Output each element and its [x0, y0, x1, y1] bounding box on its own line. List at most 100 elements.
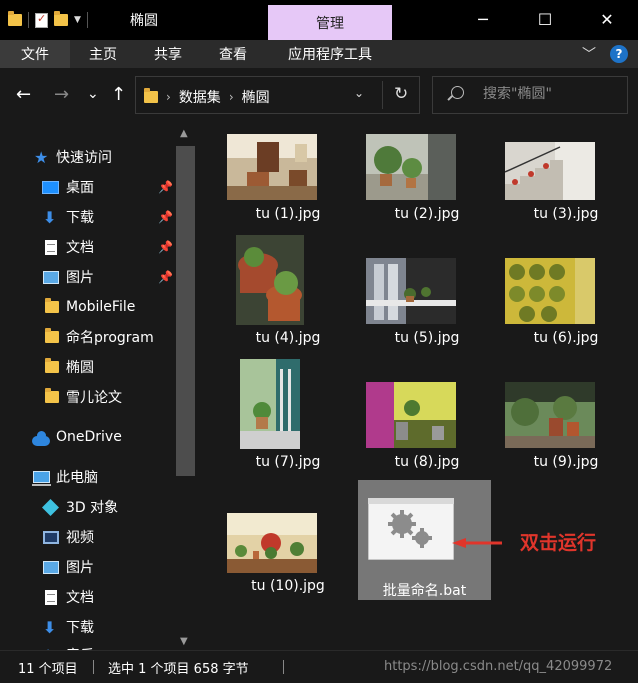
sidebar-item-3d-objects[interactable]: 3D 对象 — [0, 492, 178, 522]
sidebar-item-quick-access[interactable]: ★ 快速访问 — [0, 142, 178, 172]
minimize-button[interactable]: ─ — [452, 0, 514, 38]
customize-toolbar-icon[interactable]: ▼ — [74, 15, 81, 25]
file-item[interactable]: tu (7).jpg — [219, 356, 357, 474]
title-bar: ▼ 椭圆 管理 ─ ☐ ✕ — [0, 0, 638, 40]
tab-manage[interactable]: 管理 — [268, 5, 392, 40]
sidebar-item-pictures-pc[interactable]: 图片 — [0, 552, 178, 582]
sidebar-item-onedrive[interactable]: OneDrive — [0, 422, 178, 452]
pictures-icon — [43, 270, 59, 284]
maximize-button[interactable]: ☐ — [514, 0, 576, 38]
sidebar-item-desktop[interactable]: 桌面 📌 — [0, 172, 178, 202]
thumbnail — [505, 258, 595, 324]
file-name: tu (10).jpg — [251, 578, 325, 594]
tab-application-tools[interactable]: 应用程序工具 — [268, 40, 392, 68]
file-item[interactable]: tu (10).jpg — [219, 480, 357, 598]
breadcrumb-item[interactable]: 椭圆 — [242, 87, 270, 107]
sidebar-item-this-pc[interactable]: 此电脑 — [0, 462, 178, 492]
pin-icon[interactable]: 📌 — [158, 180, 173, 194]
tab-file[interactable]: 文件 — [0, 40, 70, 68]
scrollbar-thumb[interactable] — [176, 146, 195, 476]
batch-file-icon — [368, 498, 454, 560]
search-box[interactable] — [432, 76, 628, 114]
pin-icon[interactable]: 📌 — [158, 270, 173, 284]
sidebar-item-label: 文档 — [66, 590, 94, 606]
desktop-icon — [42, 180, 59, 194]
cloud-icon — [32, 431, 50, 446]
address-bar[interactable]: › 数据集 › 椭圆 ⌄ ↻ — [135, 76, 420, 114]
chevron-right-icon[interactable]: › — [166, 90, 171, 104]
address-dropdown-icon[interactable]: ⌄ — [354, 86, 364, 100]
thumbnail — [505, 382, 595, 448]
navigation-pane: ★ 快速访问 桌面 📌 ⬇ 下载 📌 文档 📌 图片 📌 MobileFile … — [0, 122, 178, 650]
sidebar-item-label: 快速访问 — [56, 150, 112, 166]
thumbnail — [366, 382, 456, 448]
close-button[interactable]: ✕ — [576, 0, 638, 38]
pin-icon[interactable]: 📌 — [158, 240, 173, 254]
back-button[interactable]: ← — [16, 84, 31, 105]
document-icon — [45, 239, 57, 255]
sidebar-item-videos[interactable]: 视频 — [0, 522, 178, 552]
sidebar-item-documents-pc[interactable]: 文档 — [0, 582, 178, 612]
chevron-down-icon[interactable]: ﹀ — [582, 44, 596, 64]
breadcrumb-item[interactable]: 数据集 — [179, 87, 221, 107]
file-name: 批量命名.bat — [382, 583, 467, 599]
scroll-up-icon[interactable]: ▲ — [180, 128, 188, 139]
sidebar-item-mobilefile[interactable]: MobileFile — [0, 292, 178, 322]
sidebar-item-downloads[interactable]: ⬇ 下载 📌 — [0, 202, 178, 232]
sidebar-item-thesis[interactable]: 雪儿论文 — [0, 382, 178, 412]
sidebar-item-label: 椭圆 — [66, 360, 94, 376]
sidebar-item-pictures[interactable]: 图片 📌 — [0, 262, 178, 292]
divider — [93, 660, 94, 674]
search-input[interactable] — [483, 86, 623, 102]
file-item[interactable]: tu (4).jpg — [219, 232, 357, 350]
window-title: 椭圆 — [130, 13, 158, 29]
scroll-down-icon[interactable]: ▼ — [180, 636, 188, 647]
forward-button[interactable]: → — [54, 84, 69, 105]
navigation-bar: ← → ⌄ ↑ › 数据集 › 椭圆 ⌄ ↻ — [0, 68, 638, 122]
help-icon[interactable]: ? — [610, 45, 628, 63]
sidebar-item-documents[interactable]: 文档 📌 — [0, 232, 178, 262]
ribbon-tabs: 文件 主页 共享 查看 应用程序工具 ﹀ ? — [0, 40, 638, 68]
divider — [283, 660, 284, 674]
video-icon — [43, 530, 59, 544]
folder-icon — [45, 388, 59, 403]
chevron-right-icon[interactable]: › — [229, 90, 234, 104]
sidebar-item-label: MobileFile — [66, 299, 136, 315]
divider — [382, 81, 383, 109]
download-icon: ⬇ — [43, 617, 57, 637]
up-button[interactable]: ↑ — [111, 84, 126, 105]
sidebar-item-music[interactable]: ♪ 音乐 — [0, 640, 178, 651]
sidebar-item-downloads-pc[interactable]: ⬇ 下载 — [0, 612, 178, 642]
folder-icon — [144, 88, 158, 103]
refresh-button[interactable]: ↻ — [394, 84, 408, 104]
watermark-text: https://blog.csdn.net/qq_42099972 — [384, 659, 613, 674]
tab-home[interactable]: 主页 — [72, 40, 134, 68]
sidebar-item-label: 图片 — [66, 560, 94, 576]
file-item[interactable]: tu (5).jpg — [358, 232, 496, 350]
file-name: tu (6).jpg — [533, 330, 599, 346]
properties-icon[interactable] — [35, 12, 48, 28]
thumbnail — [366, 258, 456, 324]
sidebar-item-label: 此电脑 — [56, 470, 98, 486]
file-item[interactable]: tu (9).jpg — [497, 356, 635, 474]
tab-share[interactable]: 共享 — [137, 40, 199, 68]
file-item[interactable]: tu (8).jpg — [358, 356, 496, 474]
document-icon — [45, 589, 57, 605]
folder-icon — [45, 358, 59, 373]
sidebar-item-label: 3D 对象 — [66, 500, 119, 516]
sidebar-item-ellipse[interactable]: 椭圆 — [0, 352, 178, 382]
thumbnail — [227, 134, 317, 200]
sidebar-item-label: 雪儿论文 — [66, 390, 122, 406]
folder-icon — [45, 328, 59, 343]
tab-view[interactable]: 查看 — [202, 40, 264, 68]
3d-objects-icon — [42, 498, 59, 516]
sidebar-item-naming-program[interactable]: 命名program — [0, 322, 178, 352]
pin-icon[interactable]: 📌 — [158, 210, 173, 224]
annotation-arrow-icon — [452, 538, 502, 548]
file-name: tu (8).jpg — [394, 454, 460, 470]
file-name: tu (2).jpg — [394, 206, 460, 222]
file-item[interactable]: tu (6).jpg — [497, 232, 635, 350]
thumbnail — [240, 359, 300, 449]
recent-locations-button[interactable]: ⌄ — [87, 86, 99, 102]
new-folder-icon[interactable] — [54, 11, 68, 26]
